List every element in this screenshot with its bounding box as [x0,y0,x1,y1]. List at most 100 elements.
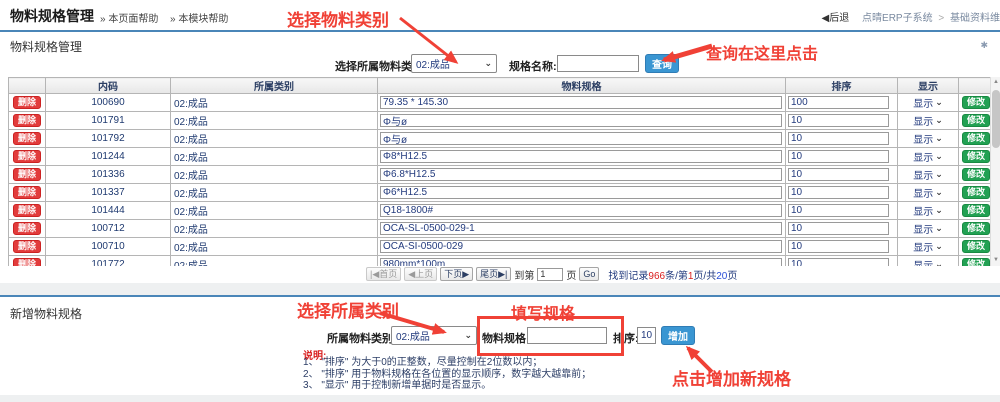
row-display-select[interactable]: 显示 ⌄ [898,131,958,146]
category-filter-select[interactable]: 02:成品 ⌄ [411,54,497,73]
row-display-select[interactable]: 显示 ⌄ [898,257,958,266]
chevron-down-icon: ⌄ [464,331,472,340]
spec-table-body: 删除 100690 02:成品 显示 ⌄ 修改 删除 101791 02:成品 … [9,94,991,267]
row-display-select[interactable]: 显示 ⌄ [898,239,958,254]
delete-button[interactable]: 删除 [13,222,41,236]
modify-button[interactable]: 修改 [962,186,990,200]
delete-button[interactable]: 删除 [13,114,41,128]
row-display-select[interactable]: 显示 ⌄ [898,95,958,110]
col-spec: 物料规格 [378,78,786,94]
table-row: 删除 101772 02:成品 显示 ⌄ 修改 [9,256,991,267]
last-page-button[interactable]: 尾页▶| [476,267,511,282]
section-divider [0,283,1000,295]
chevron-down-icon: ⌄ [935,242,943,251]
delete-button[interactable]: 删除 [13,240,41,254]
row-spec-input[interactable] [380,168,782,181]
row-spec-input[interactable] [380,204,782,217]
chevron-down-icon: ⌄ [935,152,943,161]
table-row: 删除 100690 02:成品 显示 ⌄ 修改 [9,94,991,112]
modify-button[interactable]: 修改 [962,150,990,164]
add-button[interactable]: 增加 [661,326,695,345]
scrollbar-thumb[interactable] [992,90,1000,148]
row-display-select[interactable]: 显示 ⌄ [898,167,958,182]
delete-button[interactable]: 删除 [13,96,41,110]
scroll-down-icon[interactable]: ▼ [991,255,1000,266]
go-button[interactable]: Go [579,267,599,282]
row-spec-input[interactable] [380,186,782,199]
row-spec-input[interactable] [380,96,782,109]
row-spec-input[interactable] [380,132,782,145]
breadcrumb-item-system[interactable]: 点晴ERP子系统 [862,13,933,24]
row-spec-input[interactable] [380,114,782,127]
delete-button[interactable]: 删除 [13,132,41,146]
row-sort-input[interactable] [788,168,889,181]
delete-button[interactable]: 删除 [13,186,41,200]
modify-button[interactable]: 修改 [962,240,990,254]
goto-page-label: 到第 [514,267,534,282]
delete-button[interactable]: 删除 [13,204,41,218]
row-category: 02:成品 [171,94,378,112]
row-spec-input[interactable] [380,150,782,163]
table-row: 删除 101791 02:成品 显示 ⌄ 修改 [9,112,991,130]
modify-button[interactable]: 修改 [962,258,990,266]
row-display-select[interactable]: 显示 ⌄ [898,203,958,218]
table-scrollbar[interactable]: ▲ ▼ [990,77,1000,266]
add-spec-input[interactable] [527,327,607,344]
next-page-button[interactable]: 下页▶ [440,267,473,282]
spec-name-input[interactable] [557,55,639,72]
row-sort-input[interactable] [788,96,889,109]
col-category: 所属类别 [171,78,378,94]
add-category-select[interactable]: 02:成品 ⌄ [391,326,477,345]
row-display-select[interactable]: 显示 ⌄ [898,221,958,236]
row-code: 100690 [46,94,171,112]
row-spec-input[interactable] [380,258,782,266]
page-help-link[interactable]: » 本页面帮助 [100,10,158,25]
row-sort-input[interactable] [788,204,889,217]
goto-page-input[interactable] [537,268,563,281]
breadcrumb-item-section[interactable]: 基础资料维护 [950,13,1000,24]
chevron-down-icon: ⌄ [935,206,943,215]
row-sort-input[interactable] [788,132,889,145]
add-category-label: 所属物料类别: [327,330,397,346]
add-sort-input[interactable] [637,327,656,344]
row-sort-input[interactable] [788,240,889,253]
modify-button[interactable]: 修改 [962,222,990,236]
pagination-bar: |◀首页 ◀上页 下页▶ 尾页▶| 到第 页 Go 找到记录966条/第1页/共… [362,266,737,282]
row-sort-input[interactable] [788,150,889,163]
row-sort-input[interactable] [788,258,889,266]
table-row: 删除 101244 02:成品 显示 ⌄ 修改 [9,148,991,166]
prev-page-button[interactable]: ◀上页 [404,267,437,282]
row-sort-input[interactable] [788,186,889,199]
row-sort-input[interactable] [788,222,889,235]
row-category: 02:成品 [171,202,378,220]
row-display-select[interactable]: 显示 ⌄ [898,185,958,200]
note-line: 2、 "排序" 用于物料规格在各位置的显示顺序，数字越大越靠前； [303,369,591,381]
back-button[interactable]: ◀后退 [822,13,850,24]
scroll-up-icon[interactable]: ▲ [991,77,1000,88]
row-display-select[interactable]: 显示 ⌄ [898,113,958,128]
delete-button[interactable]: 删除 [13,150,41,164]
delete-button[interactable]: 删除 [13,258,41,266]
module-help-link[interactable]: » 本模块帮助 [170,10,228,25]
record-summary: 找到记录966条/第1页/共20页 [608,267,737,282]
panel-title: 物料规格管理 [10,38,82,55]
first-page-button[interactable]: |◀首页 [366,267,401,282]
modify-button[interactable]: 修改 [962,204,990,218]
row-code: 101444 [46,202,171,220]
delete-button[interactable]: 删除 [13,168,41,182]
row-spec-input[interactable] [380,222,782,235]
row-display-select[interactable]: 显示 ⌄ [898,149,958,164]
row-category: 02:成品 [171,166,378,184]
modify-button[interactable]: 修改 [962,132,990,146]
row-code: 100712 [46,220,171,238]
search-button[interactable]: 查询 [645,54,679,73]
collapse-icon[interactable]: ✱ [980,40,988,51]
modify-button[interactable]: 修改 [962,168,990,182]
modify-button[interactable]: 修改 [962,114,990,128]
table-header-row: 内码 所属类别 物料规格 排序 显示 [9,78,991,94]
modify-button[interactable]: 修改 [962,96,990,110]
row-sort-input[interactable] [788,114,889,127]
row-spec-input[interactable] [380,240,782,253]
table-row: 删除 100710 02:成品 显示 ⌄ 修改 [9,238,991,256]
add-spec-title: 新增物料规格 [10,305,82,322]
